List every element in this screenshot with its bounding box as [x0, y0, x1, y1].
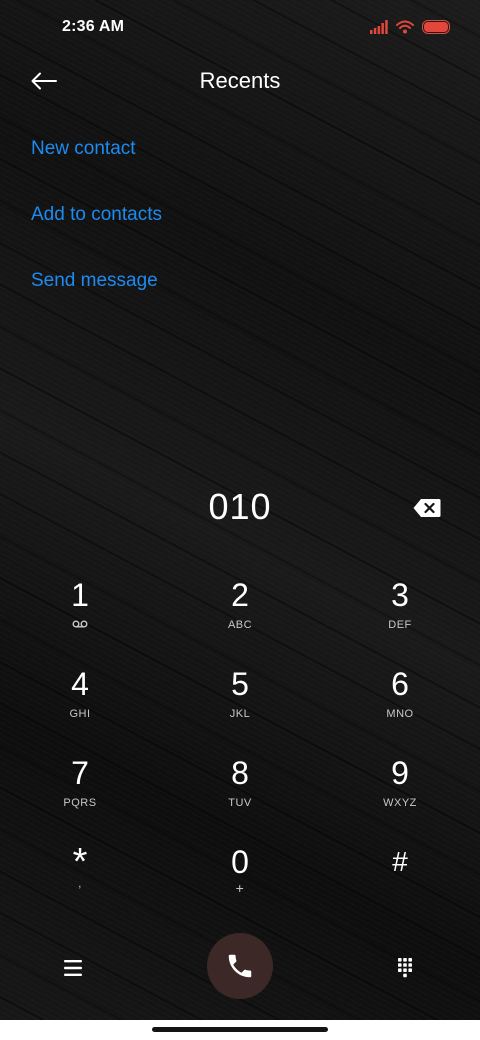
key-digit: 2: [231, 577, 249, 613]
key-hash[interactable]: #: [340, 843, 460, 923]
key-0[interactable]: 0 +: [180, 843, 300, 923]
dialer-bottom-bar: [0, 933, 480, 1005]
new-contact-link[interactable]: New contact: [31, 138, 136, 160]
status-icons: [370, 17, 450, 37]
add-to-contacts-link[interactable]: Add to contacts: [31, 204, 162, 226]
send-message-link[interactable]: Send message: [31, 270, 158, 292]
key-digit: *: [72, 841, 88, 883]
phone-icon: [228, 954, 252, 978]
key-digit: 8: [231, 755, 249, 791]
key-letters: WXYZ: [383, 797, 417, 809]
key-letters: DEF: [388, 619, 412, 631]
dialpad-icon[interactable]: [390, 953, 420, 983]
top-app-bar: Recents: [0, 56, 480, 106]
key-letters: JKL: [229, 708, 251, 720]
voicemail-icon: [72, 620, 88, 628]
key-3[interactable]: 3 DEF: [340, 576, 460, 656]
key-letters: GHI: [69, 708, 91, 720]
battery-icon: [422, 20, 450, 34]
key-digit: 6: [391, 666, 409, 702]
key-8[interactable]: 8 TUV: [180, 754, 300, 834]
key-7[interactable]: 7 PQRS: [20, 754, 140, 834]
key-digit: 7: [71, 755, 89, 791]
status-time: 2:36 AM: [62, 18, 125, 35]
key-6[interactable]: 6 MNO: [340, 665, 460, 745]
key-letters: PQRS: [63, 797, 97, 809]
home-indicator[interactable]: [152, 1027, 328, 1032]
page-title: Recents: [199, 68, 281, 93]
key-9[interactable]: 9 WXYZ: [340, 754, 460, 834]
dialed-number[interactable]: 010: [0, 486, 480, 528]
wifi-icon: [396, 20, 414, 34]
key-letters: ,: [78, 878, 82, 890]
key-star[interactable]: * ,: [20, 843, 140, 923]
key-4[interactable]: 4 GHI: [20, 665, 140, 745]
key-digit: 1: [71, 577, 89, 613]
system-nav-bar: [0, 1020, 480, 1040]
key-5[interactable]: 5 JKL: [180, 665, 300, 745]
call-button[interactable]: [207, 933, 273, 999]
key-letters: TUV: [228, 797, 252, 809]
key-digit: 0: [231, 844, 249, 880]
status-bar: 2:36 AM: [0, 0, 480, 56]
key-letters: MNO: [386, 708, 414, 720]
key-2[interactable]: 2 ABC: [180, 576, 300, 656]
key-letters: ABC: [227, 619, 253, 631]
backspace-icon[interactable]: [412, 496, 442, 520]
key-letters: +: [235, 880, 245, 896]
key-digit: 4: [71, 666, 89, 702]
key-digit: 3: [391, 577, 409, 613]
key-digit: 5: [231, 666, 249, 702]
signal-icon: [370, 20, 388, 34]
key-1[interactable]: 1: [20, 576, 140, 656]
key-digit: 9: [391, 755, 409, 791]
menu-icon[interactable]: [58, 953, 88, 983]
key-digit: #: [392, 846, 408, 877]
dialed-number-row: 010: [0, 486, 480, 536]
